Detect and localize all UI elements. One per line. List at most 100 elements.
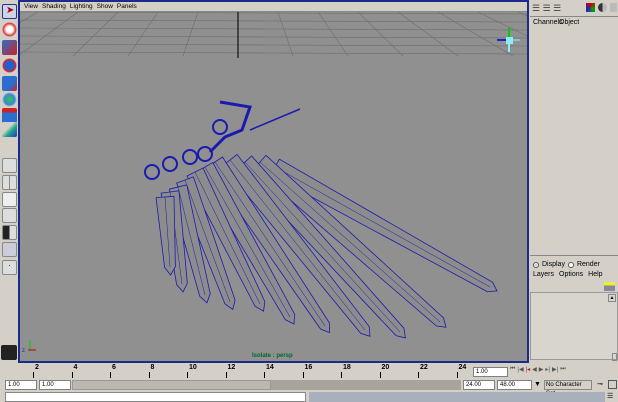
- joint: [144, 164, 160, 180]
- layout-outliner-icon[interactable]: [2, 192, 17, 207]
- rotate-tool-icon[interactable]: [2, 58, 17, 73]
- tick-label: 2: [35, 364, 39, 371]
- layer-mode-radio: Display Render: [533, 261, 600, 268]
- play-backward-icon[interactable]: ◀: [532, 366, 537, 373]
- range-slider[interactable]: [72, 380, 271, 390]
- tab-object[interactable]: Object: [559, 19, 579, 26]
- current-frame-field[interactable]: 1.00: [473, 367, 508, 377]
- channel-box-layout-icons[interactable]: ☰ ☰ ☰: [532, 3, 561, 14]
- key-icon[interactable]: ⊸: [597, 380, 603, 388]
- layout-four-icon[interactable]: [2, 175, 17, 190]
- more-layouts-icon[interactable]: ·: [2, 260, 17, 275]
- tick-mark: [225, 372, 227, 378]
- step-forward-key-icon[interactable]: ▶|: [552, 366, 558, 373]
- viewport-persp[interactable]: View Shading Lighting Show Panels z Isolate …: [18, 0, 529, 363]
- tick-label: 22: [420, 364, 428, 371]
- tool-settings-icon[interactable]: [610, 3, 617, 12]
- layer-list: [530, 292, 618, 360]
- soft-mod-tool-icon[interactable]: [2, 108, 17, 123]
- move-tool-icon[interactable]: [2, 40, 17, 55]
- tick-label: 18: [343, 364, 351, 371]
- menu-help[interactable]: Help: [588, 271, 602, 278]
- axis-toggle-icon[interactable]: [586, 3, 595, 12]
- playback-start-field[interactable]: 1.00: [39, 380, 71, 390]
- layout-single-icon[interactable]: [2, 158, 17, 173]
- layout-hypershade-icon[interactable]: [2, 225, 17, 240]
- play-forward-icon[interactable]: ▶: [539, 366, 544, 373]
- character-set-dropdown-icon[interactable]: ▼: [534, 381, 541, 388]
- render-radio[interactable]: [567, 261, 574, 268]
- attribute-editor-icon[interactable]: [598, 3, 607, 12]
- menu-panels[interactable]: Panels: [117, 3, 137, 10]
- viewport-menu-bar: View Shading Lighting Show Panels: [20, 2, 527, 12]
- playback-end-field[interactable]: 24.00: [463, 380, 495, 390]
- tick-label: 10: [189, 364, 197, 371]
- layout-render-icon[interactable]: [2, 242, 17, 257]
- tick-label: 12: [227, 364, 236, 371]
- character-set-menu[interactable]: No Character Set: [544, 380, 592, 397]
- select-tool-icon[interactable]: ➤: [2, 4, 17, 19]
- display-label: Display: [542, 261, 565, 268]
- time-slider-area: 2 4 6 8 10 12 14 16 18 20 22 24 1.00 ⏮ |◀ |◂ ◀ ▶ ▸| ▶| ⏭ 1…: [0, 363, 618, 402]
- camera-label: Isolate : persp: [252, 353, 293, 359]
- menu-show[interactable]: Show: [97, 3, 113, 10]
- go-to-end-icon[interactable]: ⏭: [560, 366, 565, 373]
- menu-layers[interactable]: Layers: [533, 271, 554, 278]
- tick-label: 14: [266, 364, 274, 371]
- command-feedback: [309, 392, 605, 402]
- playback-controls: ⏮ |◀ |◂ ◀ ▶ ▸| ▶| ⏭: [510, 366, 566, 373]
- step-forward-frame-icon[interactable]: ▸|: [545, 366, 550, 373]
- layout-graph-icon[interactable]: [2, 208, 17, 223]
- tick-mark: [187, 372, 188, 378]
- tick-mark: [379, 372, 381, 378]
- manipulator-tool-icon[interactable]: [2, 92, 17, 107]
- lasso-tool-icon[interactable]: [2, 22, 17, 37]
- script-editor-icon[interactable]: ☰: [607, 392, 613, 400]
- tick-mark: [264, 372, 265, 378]
- tick-mark: [110, 372, 111, 378]
- axis-indicator-icon: z: [22, 340, 36, 354]
- channel-box-panel: ☰ ☰ ☰ Channels Object Display Render Lay…: [530, 0, 618, 362]
- joint: [162, 156, 178, 172]
- tick-mark: [341, 372, 342, 378]
- tick-label: 4: [73, 364, 78, 371]
- command-line-input[interactable]: [5, 392, 306, 402]
- toolbox: ➤ ·: [0, 0, 18, 362]
- step-back-key-icon[interactable]: |◀: [517, 366, 523, 373]
- render-label: Render: [576, 261, 600, 268]
- layer-menu: Layers Options Help: [533, 271, 603, 278]
- time-slider[interactable]: 2 4 6 8 10 12 14 16 18 20 22 24: [5, 364, 470, 379]
- wing-mesh: [144, 100, 498, 339]
- scrollbar[interactable]: [612, 353, 617, 361]
- new-layer-icon[interactable]: [604, 282, 615, 291]
- tick-mark: [418, 372, 419, 378]
- go-to-start-icon[interactable]: ⏮: [510, 366, 515, 373]
- show-manipulator-icon[interactable]: [2, 122, 17, 137]
- tick-label: 8: [150, 364, 155, 371]
- menu-lighting[interactable]: Lighting: [70, 3, 93, 10]
- start-time-field[interactable]: 1.00: [5, 380, 37, 390]
- display-radio[interactable]: [533, 261, 539, 268]
- tick-label: 16: [304, 364, 313, 371]
- end-time-field[interactable]: 48.00: [497, 380, 532, 390]
- maya-logo-icon: [1, 345, 17, 360]
- tick-mark: [456, 372, 458, 378]
- tick-label: 20: [381, 364, 390, 371]
- step-back-frame-icon[interactable]: |◂: [526, 366, 531, 373]
- animation-prefs-icon[interactable]: [608, 380, 617, 389]
- wing-arm: [208, 100, 253, 154]
- tick-mark: [33, 372, 34, 378]
- joint: [212, 119, 228, 135]
- ground-grid: [20, 12, 527, 57]
- menu-options[interactable]: Options: [559, 271, 583, 278]
- tick-mark: [148, 372, 150, 378]
- tick-mark: [302, 372, 304, 378]
- tick-label: 24: [458, 364, 467, 371]
- tick-mark: [71, 372, 73, 378]
- svg-text:z: z: [22, 348, 25, 354]
- scene-canvas: z: [20, 12, 527, 354]
- scale-tool-icon[interactable]: [2, 76, 17, 91]
- scroll-up-icon[interactable]: ▲: [608, 294, 616, 302]
- menu-view[interactable]: View: [24, 3, 38, 10]
- menu-shading[interactable]: Shading: [42, 3, 66, 10]
